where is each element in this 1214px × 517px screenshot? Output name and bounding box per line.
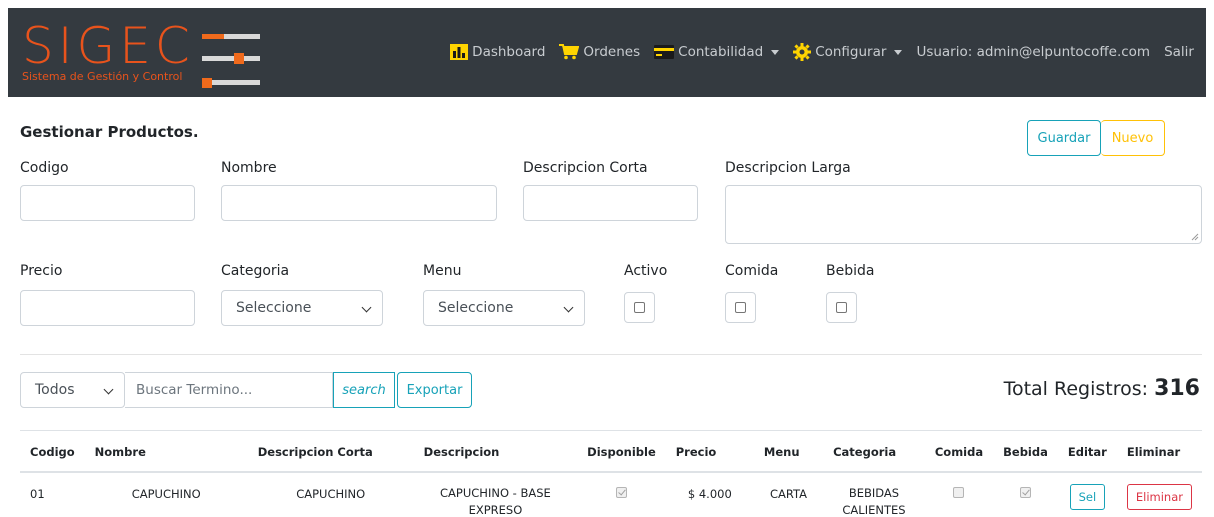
cell-editar: Sel <box>1057 471 1117 517</box>
cell-descripcion: CAPUCHINO - BASE EXPRESO <box>413 471 578 517</box>
th-disponible[interactable]: Disponible <box>577 430 666 473</box>
search-placeholder: Buscar Termino... <box>136 382 253 398</box>
nav-configurar-label: Configurar <box>815 44 887 60</box>
credit-card-icon <box>654 45 675 59</box>
nav-configurar[interactable]: Configurar <box>793 43 903 61</box>
bebida-row-checkbox[interactable] <box>1019 487 1031 498</box>
sel-button[interactable]: Sel <box>1069 484 1106 510</box>
menu-select[interactable]: Seleccione <box>423 290 585 326</box>
nav-usuario: Usuario: admin@elpuntocoffe.com <box>916 44 1151 60</box>
cell-eliminar: Eliminar <box>1116 471 1202 517</box>
nombre-input[interactable] <box>221 185 497 221</box>
cell-precio: $ 4.000 <box>665 471 754 517</box>
activo-checkbox-wrap <box>624 292 655 323</box>
comida-checkbox[interactable] <box>735 302 746 313</box>
table-header-row: Codigo Nombre Descripcion Corta Descripc… <box>20 430 1202 473</box>
exportar-button[interactable]: Exportar <box>397 372 472 408</box>
cell-bebida <box>993 471 1058 517</box>
bebida-label: Bebida <box>826 263 875 279</box>
table-row: 01 CAPUCHINO CAPUCHINO CAPUCHINO - BASE … <box>20 471 1202 517</box>
brand-title: SIGEC <box>22 17 194 75</box>
guardar-button[interactable]: Guardar <box>1027 120 1101 156</box>
eliminar-button[interactable]: Eliminar <box>1126 484 1192 510</box>
cell-categoria: BEBIDAS CALIENTES <box>823 471 925 517</box>
nav-dashboard[interactable]: Dashboard <box>450 44 545 60</box>
nuevo-button[interactable]: Nuevo <box>1101 120 1165 156</box>
menu-label: Menu <box>423 263 462 279</box>
nav-dashboard-label: Dashboard <box>472 44 546 60</box>
cell-nombre: CAPUCHINO <box>84 471 248 517</box>
cell-disponible <box>577 471 666 517</box>
th-codigo[interactable]: Codigo <box>20 430 85 473</box>
comida-checkbox-wrap <box>725 292 756 323</box>
nav-ordenes[interactable]: Ordenes <box>559 44 640 60</box>
total-label: Total Registros: <box>1003 378 1155 400</box>
activo-checkbox[interactable] <box>634 302 645 313</box>
page-title: Gestionar Productos. <box>20 123 199 141</box>
chevron-down-icon <box>563 302 574 313</box>
products-table: Codigo Nombre Descripcion Corta Descripc… <box>20 430 1202 517</box>
th-editar[interactable]: Editar <box>1057 430 1117 473</box>
nav-contabilidad-label: Contabilidad <box>678 44 764 60</box>
th-categoria[interactable]: Categoria <box>823 430 925 473</box>
chevron-down-icon <box>361 302 372 313</box>
precio-input[interactable] <box>20 290 195 326</box>
search-button[interactable]: search <box>333 372 395 408</box>
chevron-down-icon <box>894 49 903 55</box>
brand-logo[interactable]: SIGEC Sistema de Gestión y Control <box>20 17 260 90</box>
bebida-checkbox[interactable] <box>836 302 847 313</box>
filter-select-value: Todos <box>35 382 75 398</box>
total-value: 316 <box>1154 376 1200 401</box>
nav-salir[interactable]: Salir <box>1164 44 1194 60</box>
categoria-select-value: Seleccione <box>236 300 312 316</box>
cell-desc-corta: CAPUCHINO <box>247 471 414 517</box>
gear-icon <box>793 43 812 61</box>
cell-comida <box>924 471 994 517</box>
cell-codigo: 01 <box>20 471 85 517</box>
divider <box>20 354 1202 355</box>
th-eliminar[interactable]: Eliminar <box>1116 430 1202 473</box>
nav-contabilidad[interactable]: Contabilidad <box>654 44 780 60</box>
th-precio[interactable]: Precio <box>665 430 754 473</box>
chevron-down-icon <box>771 49 780 55</box>
th-descripcion[interactable]: Descripcion <box>413 430 578 473</box>
dashboard-icon <box>450 44 469 60</box>
total-registros: Total Registros: 316 <box>1004 376 1200 401</box>
bebida-checkbox-wrap <box>826 292 857 323</box>
nav-menu: Dashboard Ordenes Contabilidad Configura… <box>450 43 1194 61</box>
codigo-label: Codigo <box>20 160 69 176</box>
precio-label: Precio <box>20 263 63 279</box>
th-menu[interactable]: Menu <box>753 430 824 473</box>
desc-larga-label: Descripcion Larga <box>725 160 851 176</box>
menu-select-value: Seleccione <box>438 300 514 316</box>
codigo-input[interactable] <box>20 185 195 221</box>
resize-handle-icon[interactable] <box>1191 233 1199 241</box>
nav-ordenes-label: Ordenes <box>583 44 641 60</box>
desc-corta-label: Descripcion Corta <box>523 160 648 176</box>
th-bebida[interactable]: Bebida <box>993 430 1058 473</box>
categoria-label: Categoria <box>221 263 290 279</box>
categoria-select[interactable]: Seleccione <box>221 290 383 326</box>
search-input[interactable]: Buscar Termino... <box>125 372 333 408</box>
filter-select[interactable]: Todos <box>20 372 125 408</box>
brand-subtitle: Sistema de Gestión y Control <box>22 70 183 83</box>
desc-larga-textarea[interactable] <box>725 185 1202 244</box>
cell-menu: CARTA <box>753 471 824 517</box>
desc-corta-input[interactable] <box>523 185 698 221</box>
comida-label: Comida <box>725 263 779 279</box>
nombre-label: Nombre <box>221 160 277 176</box>
th-nombre[interactable]: Nombre <box>84 430 248 473</box>
th-desc-corta[interactable]: Descripcion Corta <box>247 430 414 473</box>
activo-label: Activo <box>624 263 668 279</box>
comida-row-checkbox[interactable] <box>953 487 965 498</box>
disponible-checkbox[interactable] <box>615 487 627 498</box>
th-comida[interactable]: Comida <box>924 430 994 473</box>
cart-icon <box>559 44 580 60</box>
navbar: SIGEC Sistema de Gestión y Control Dashb… <box>8 8 1206 97</box>
chevron-down-icon <box>103 384 114 395</box>
